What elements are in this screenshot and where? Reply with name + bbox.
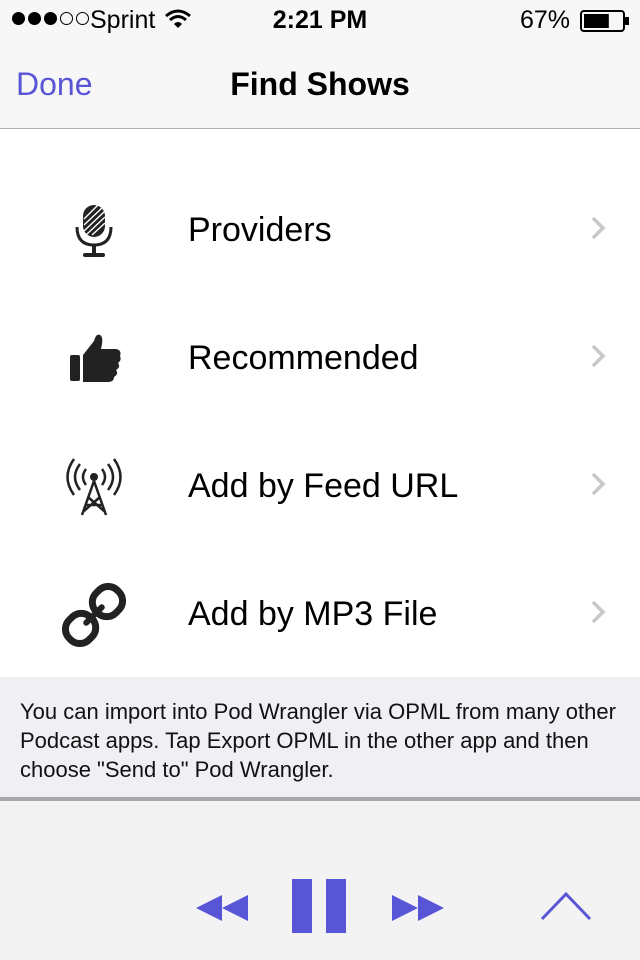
player-bar — [0, 801, 640, 960]
rewind-icon[interactable] — [196, 895, 250, 921]
page-title: Find Shows — [230, 66, 410, 102]
thumbs-up-icon — [70, 334, 121, 382]
menu-item-label: Add by Feed URL — [188, 467, 459, 505]
menu-item-recommended[interactable]: Recommended — [0, 295, 640, 423]
battery-icon — [580, 10, 629, 32]
menu-item-label: Recommended — [188, 339, 419, 377]
link-icon — [62, 583, 126, 647]
microphone-icon — [75, 204, 113, 257]
pause-icon[interactable] — [292, 879, 348, 935]
menu-item-label: Add by MP3 File — [188, 595, 438, 633]
battery-percent: 67% — [520, 6, 571, 34]
chevron-right-icon — [591, 472, 606, 496]
menu-item-providers[interactable]: Providers — [0, 167, 640, 295]
menu-list: Providers Recommended Add by Feed URL Ad… — [0, 129, 640, 677]
chevron-up-icon[interactable] — [540, 891, 592, 921]
menu-item-feed-url[interactable]: Add by Feed URL — [0, 423, 640, 551]
opml-info-text: You can import into Pod Wrangler via OPM… — [20, 699, 616, 782]
antenna-icon — [66, 458, 122, 516]
chevron-right-icon — [591, 600, 606, 624]
status-bar: Sprint 2:21 PM 67% — [0, 0, 640, 40]
chevron-right-icon — [591, 344, 606, 368]
menu-item-mp3-file[interactable]: Add by MP3 File — [0, 551, 640, 679]
fast-forward-icon[interactable] — [392, 895, 446, 921]
chevron-right-icon — [591, 216, 606, 240]
opml-info-panel: You can import into Pod Wrangler via OPM… — [0, 677, 640, 797]
navigation-bar: Done Find Shows — [0, 40, 640, 129]
menu-item-label: Providers — [188, 211, 332, 249]
